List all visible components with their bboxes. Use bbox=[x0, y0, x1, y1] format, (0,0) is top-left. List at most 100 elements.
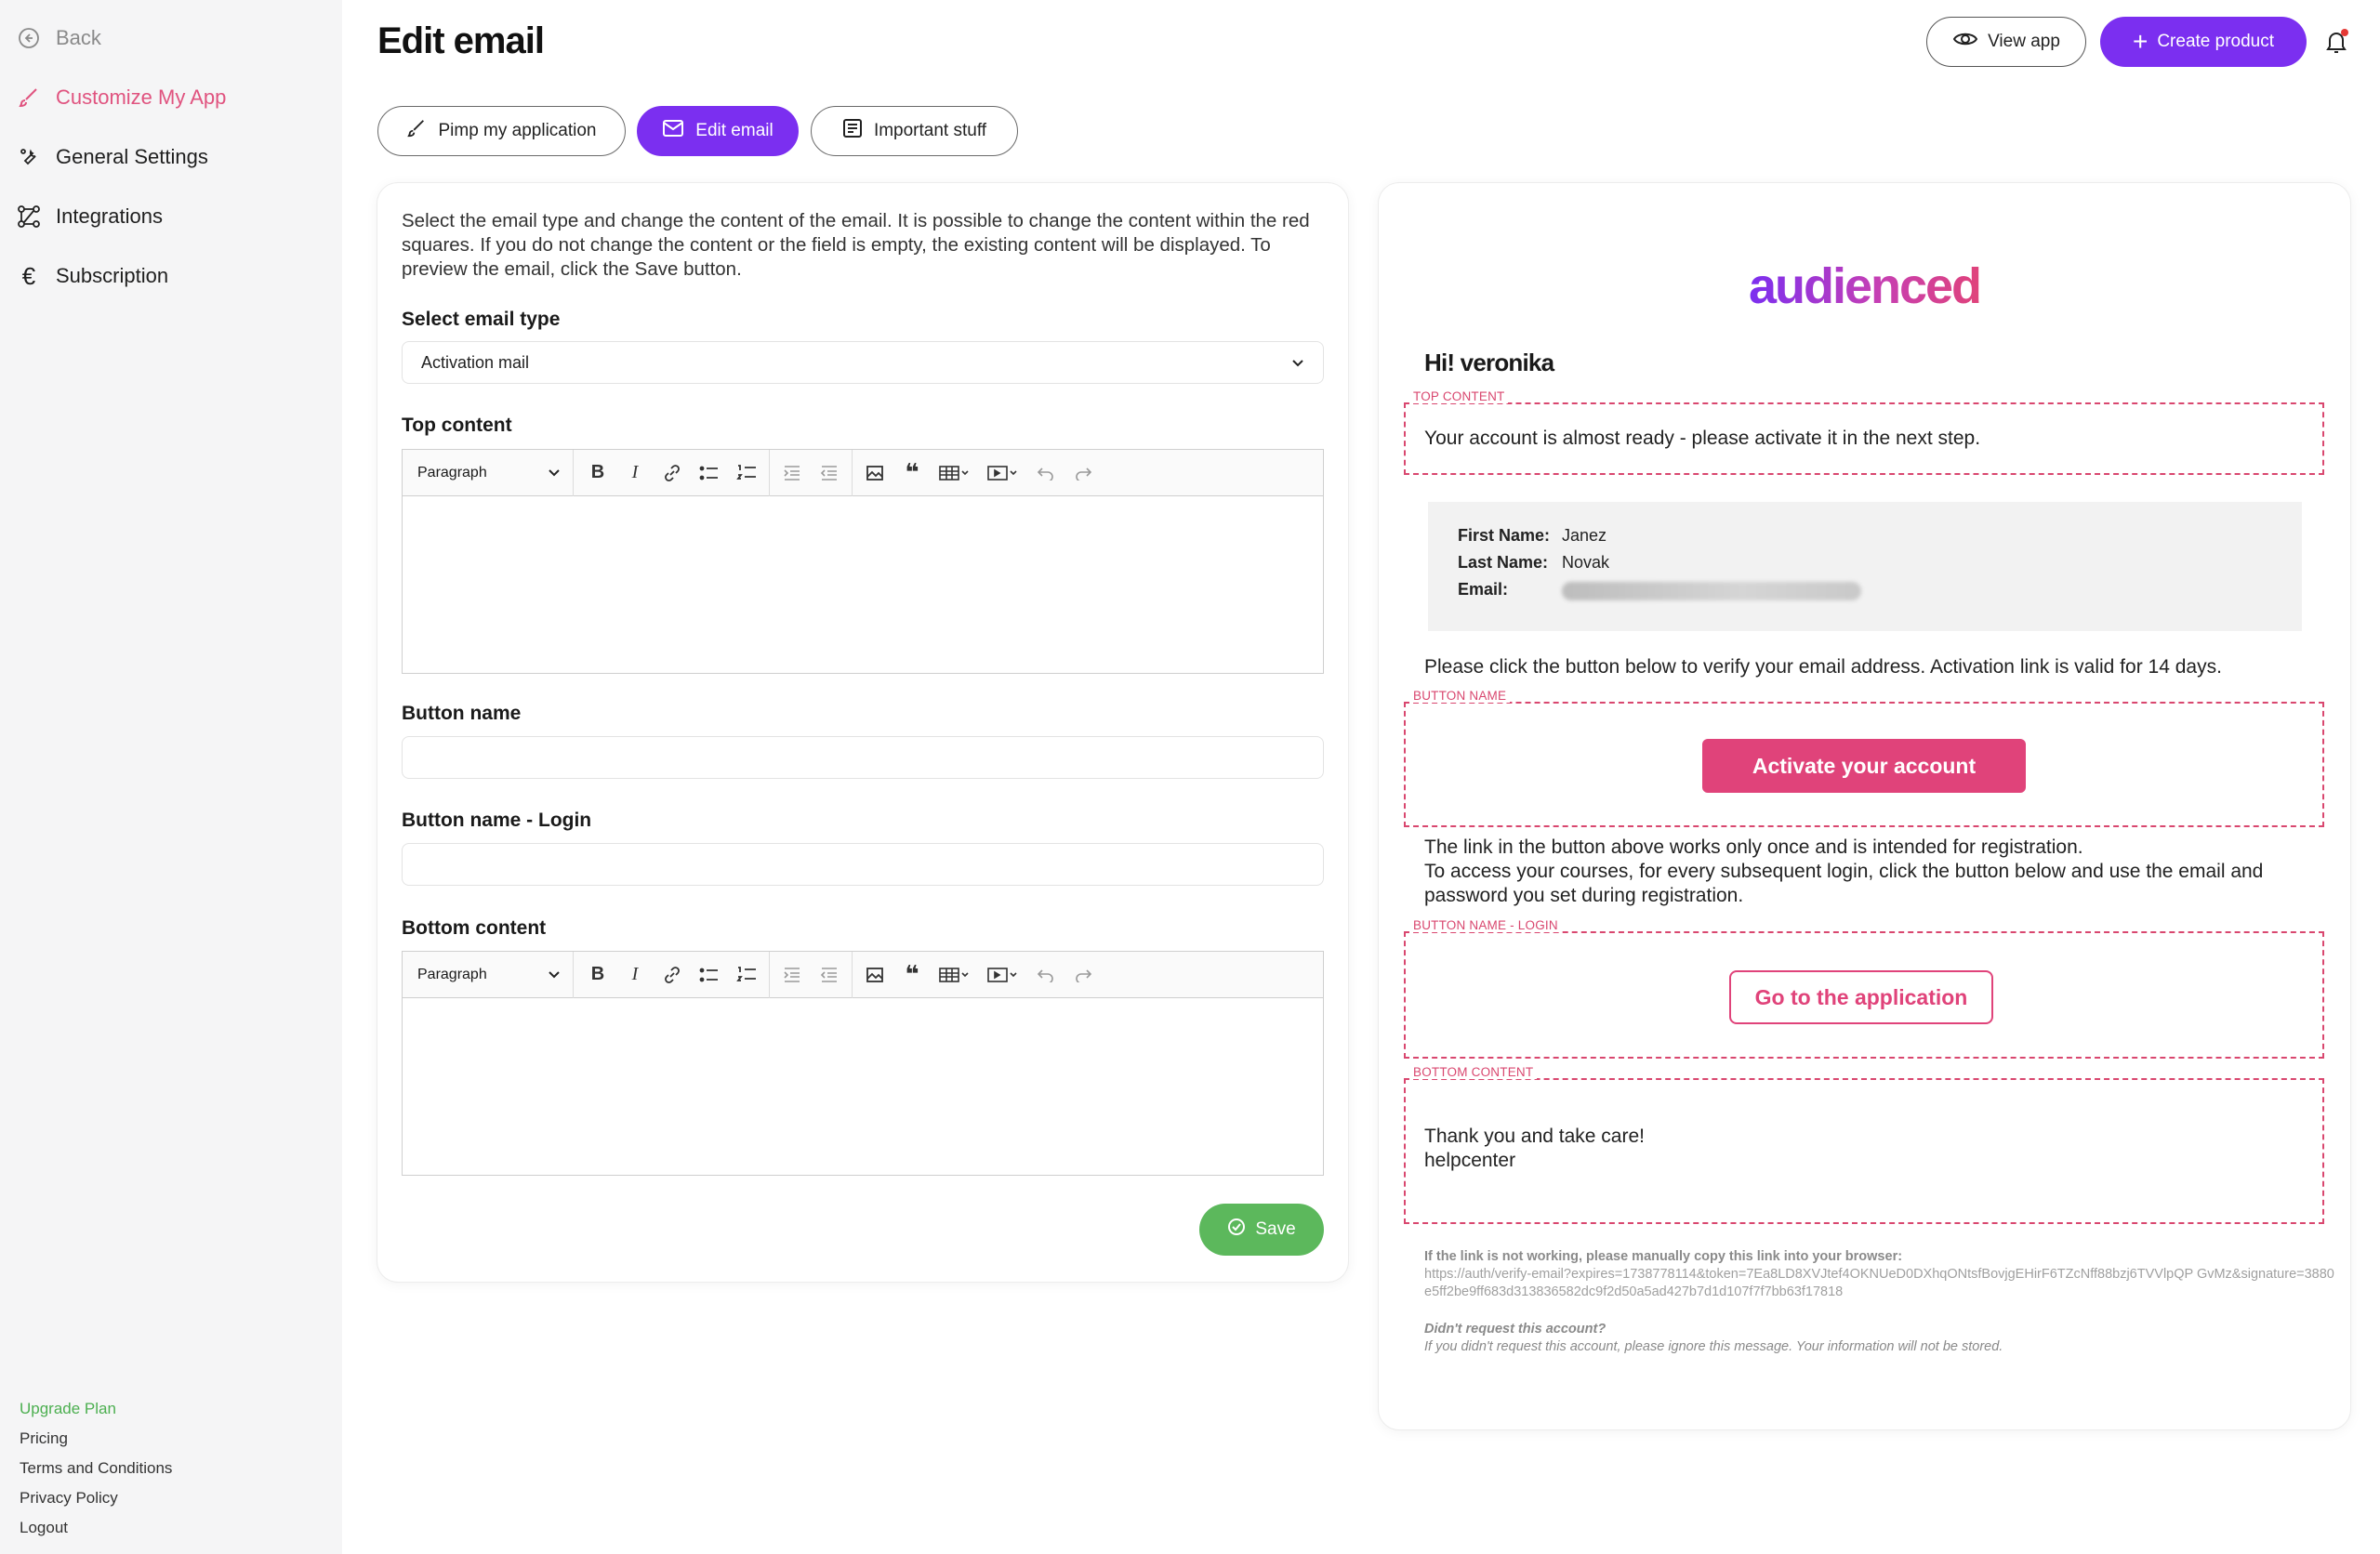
redo-icon[interactable] bbox=[1064, 956, 1102, 994]
indent-icon[interactable] bbox=[774, 956, 811, 994]
paragraph-dropdown[interactable]: Paragraph bbox=[403, 449, 574, 496]
media-embed-icon[interactable] bbox=[979, 956, 1027, 994]
sidebar-item-customize[interactable]: Customize My App bbox=[17, 86, 226, 110]
create-product-button[interactable]: + Create product bbox=[2100, 17, 2307, 67]
eye-icon bbox=[1952, 30, 1978, 54]
link-icon[interactable] bbox=[654, 956, 691, 994]
sidebar-item-label: Customize My App bbox=[56, 86, 227, 109]
terms-link[interactable]: Terms and Conditions bbox=[20, 1459, 172, 1478]
verify-url[interactable]: https://auth/verify-email?expires=173877… bbox=[1424, 1266, 2335, 1301]
bottom-content-text: Thank you and take care! helpcenter bbox=[1424, 1125, 1645, 1173]
notification-bell-icon[interactable] bbox=[2320, 26, 2352, 58]
link-fallback-note: If the link is not working, please manua… bbox=[1424, 1248, 2335, 1301]
chevron-down-icon bbox=[549, 465, 560, 481]
bottom-content-textarea[interactable] bbox=[403, 998, 1323, 1175]
top-content-label: Top content bbox=[402, 415, 512, 436]
editor-toolbar: Paragraph B I ❝ bbox=[403, 449, 1323, 496]
media-embed-icon[interactable] bbox=[979, 454, 1027, 492]
activate-account-button[interactable]: Activate your account bbox=[1702, 739, 2026, 793]
didnt-request-note: Didn't request this account? If you didn… bbox=[1424, 1321, 2335, 1356]
privacy-link[interactable]: Privacy Policy bbox=[20, 1489, 172, 1508]
link-icon[interactable] bbox=[654, 454, 691, 492]
indent-icon[interactable] bbox=[774, 454, 811, 492]
top-content-textarea[interactable] bbox=[403, 496, 1323, 673]
email-type-value: Activation mail bbox=[421, 352, 530, 372]
verify-text: Please click the button below to verify … bbox=[1424, 655, 2317, 679]
wrench-icon bbox=[17, 145, 41, 169]
button-name-login-label: Button name - Login bbox=[402, 810, 592, 831]
undo-icon[interactable] bbox=[1027, 454, 1064, 492]
sidebar-item-general-settings[interactable]: General Settings bbox=[17, 145, 208, 169]
button-name-input[interactable] bbox=[402, 736, 1324, 779]
pricing-link[interactable]: Pricing bbox=[20, 1429, 172, 1448]
last-name-row: Last Name: Novak bbox=[1458, 553, 1609, 573]
email-row: Email: bbox=[1458, 580, 1861, 600]
last-name-value: Novak bbox=[1562, 553, 1610, 572]
email-type-label: Select email type bbox=[402, 309, 561, 330]
access-bold: To access your courses, for every subseq… bbox=[1424, 861, 2066, 882]
view-app-button[interactable]: View app bbox=[1926, 17, 2086, 67]
redo-icon[interactable] bbox=[1064, 454, 1102, 492]
italic-icon[interactable]: I bbox=[616, 454, 654, 492]
undo-icon[interactable] bbox=[1027, 956, 1064, 994]
access-text: To access your courses, for every subseq… bbox=[1424, 860, 2317, 908]
verify-text-main: Please click the button below to verify … bbox=[1424, 656, 2149, 678]
email-type-select[interactable]: Activation mail bbox=[402, 341, 1324, 384]
back-link[interactable]: Back bbox=[17, 26, 101, 50]
first-name-value: Janez bbox=[1562, 526, 1607, 545]
last-name-label: Last Name: bbox=[1458, 553, 1549, 572]
back-arrow-icon bbox=[17, 26, 41, 50]
upgrade-plan-link[interactable]: Upgrade Plan bbox=[20, 1400, 172, 1418]
tab-label: Important stuff bbox=[873, 121, 987, 140]
email-label: Email: bbox=[1458, 580, 1509, 599]
table-icon[interactable] bbox=[931, 956, 979, 994]
view-app-label: View app bbox=[1988, 32, 2060, 51]
bullet-list-icon[interactable] bbox=[691, 454, 728, 492]
toolbar-divider bbox=[852, 449, 853, 496]
numbered-list-icon[interactable] bbox=[728, 956, 765, 994]
paragraph-label: Paragraph bbox=[417, 966, 487, 982]
tab-edit-email[interactable]: Edit email bbox=[637, 106, 799, 156]
brush-icon bbox=[17, 86, 41, 110]
sidebar-item-subscription[interactable]: € Subscription bbox=[17, 261, 168, 290]
link-info-text: The link in the button above works only … bbox=[1424, 836, 2317, 908]
image-icon[interactable] bbox=[856, 956, 893, 994]
bottom-line-2: helpcenter bbox=[1424, 1150, 1516, 1171]
tab-label: Pimp my application bbox=[438, 121, 597, 140]
sidebar-footer-links: Upgrade Plan Pricing Terms and Condition… bbox=[20, 1400, 172, 1537]
logout-link[interactable]: Logout bbox=[20, 1519, 172, 1537]
save-button[interactable]: Save bbox=[1199, 1204, 1324, 1256]
form-intro-text: Select the email type and change the con… bbox=[402, 210, 1310, 280]
paragraph-dropdown[interactable]: Paragraph bbox=[403, 951, 574, 998]
page-title: Edit email bbox=[377, 20, 545, 61]
toolbar-divider bbox=[769, 449, 770, 496]
bold-icon[interactable]: B bbox=[579, 956, 616, 994]
audienced-logo: audienced bbox=[1748, 258, 1982, 314]
toolbar-divider bbox=[852, 951, 853, 998]
editor-toolbar: Paragraph B I ❝ bbox=[403, 951, 1323, 998]
redacted-email bbox=[1562, 582, 1861, 600]
quote-icon[interactable]: ❝ bbox=[893, 956, 931, 994]
tab-important-stuff[interactable]: Important stuff bbox=[811, 106, 1018, 156]
save-label: Save bbox=[1255, 1219, 1296, 1239]
outdent-icon[interactable] bbox=[811, 956, 848, 994]
table-icon[interactable] bbox=[931, 454, 979, 492]
numbered-list-icon[interactable] bbox=[728, 454, 765, 492]
button-name-login-input[interactable] bbox=[402, 843, 1324, 886]
integrations-icon bbox=[17, 204, 41, 229]
quote-icon[interactable]: ❝ bbox=[893, 454, 931, 492]
italic-icon[interactable]: I bbox=[616, 956, 654, 994]
tab-label: Edit email bbox=[695, 121, 774, 140]
button-name-tag: BUTTON NAME bbox=[1409, 689, 1511, 703]
bullet-list-icon[interactable] bbox=[691, 956, 728, 994]
sidebar-item-integrations[interactable]: Integrations bbox=[17, 204, 163, 229]
outdent-icon[interactable] bbox=[811, 454, 848, 492]
top-content-text: Your account is almost ready - please ac… bbox=[1424, 428, 1981, 449]
tab-pimp-my-application[interactable]: Pimp my application bbox=[377, 106, 626, 156]
euro-icon: € bbox=[21, 261, 36, 290]
image-icon[interactable] bbox=[856, 454, 893, 492]
go-to-application-button[interactable]: Go to the application bbox=[1729, 970, 1993, 1024]
didnt-request-heading: Didn't request this account? bbox=[1424, 1322, 1606, 1337]
bottom-line-1: Thank you and take care! bbox=[1424, 1126, 1645, 1147]
bold-icon[interactable]: B bbox=[579, 454, 616, 492]
